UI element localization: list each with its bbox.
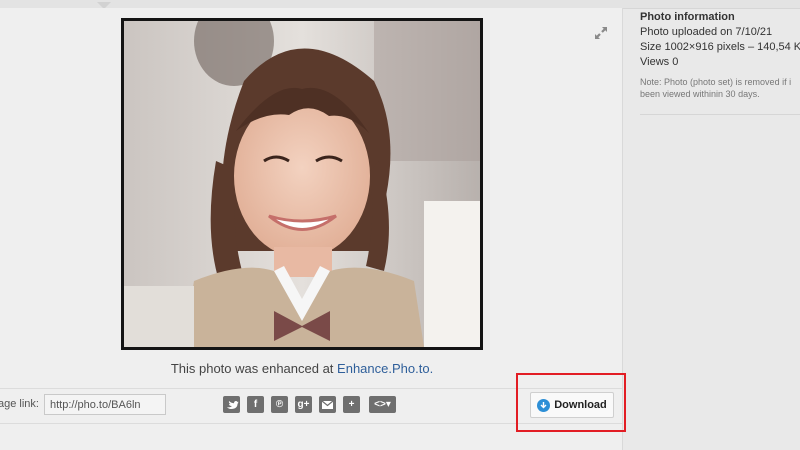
facebook-icon: f [253, 399, 258, 410]
google-plus-icon: g+ [297, 399, 310, 410]
image-link-label: age link: [0, 398, 39, 410]
download-icon [537, 398, 551, 412]
photo-info-title: Photo information [640, 11, 735, 23]
enhanced-photo[interactable] [124, 21, 480, 347]
embed-code-button[interactable]: <>▾ [369, 396, 396, 413]
side-divider [640, 114, 800, 115]
caption-text: This photo was enhanced at [170, 361, 334, 376]
image-link-input[interactable] [44, 394, 166, 415]
download-button[interactable]: Download [530, 392, 614, 418]
pinterest-share-button[interactable]: ℗ [271, 396, 288, 413]
enhance-link[interactable]: Enhance.Pho.to. [337, 361, 433, 376]
upload-date: Photo uploaded on 7/10/21 [640, 26, 773, 38]
photo-info-panel: Photo information Photo uploaded on 7/10… [640, 11, 800, 100]
photo-illustration [124, 21, 480, 347]
google-plus-share-button[interactable]: g+ [295, 396, 312, 413]
photo-frame [121, 18, 483, 350]
twitter-share-button[interactable] [223, 396, 240, 413]
photo-caption: This photo was enhanced at Enhance.Pho.t… [0, 361, 604, 376]
code-icon: <>▾ [374, 399, 391, 410]
facebook-share-button[interactable]: f [247, 396, 264, 413]
view-count: Views 0 [640, 56, 679, 68]
removal-note: Note: Photo (photo set) is removed if i … [640, 77, 792, 99]
photo-size: Size 1002×916 pixels – 140,54 KB [640, 41, 800, 53]
twitter-icon [227, 401, 239, 409]
add-share-button[interactable]: + [343, 396, 360, 413]
expand-icon[interactable] [593, 25, 609, 41]
pinterest-icon: ℗ [275, 399, 284, 410]
plus-icon: + [348, 399, 355, 410]
download-label: Download [554, 399, 607, 411]
email-icon [321, 400, 334, 409]
email-share-button[interactable] [319, 396, 336, 413]
